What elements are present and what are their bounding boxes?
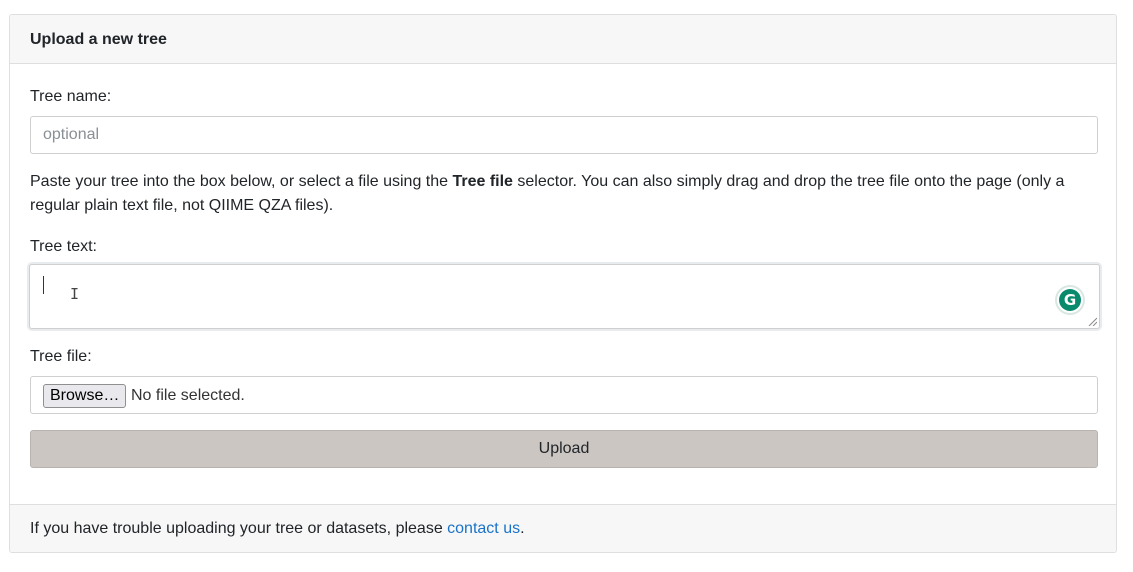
tree-file-input[interactable]: Browse… No file selected. [30, 376, 1098, 414]
tree-name-label: Tree name: [30, 88, 112, 105]
file-status-text: No file selected. [131, 387, 245, 404]
upload-button[interactable]: Upload [30, 430, 1098, 468]
tree-file-label: Tree file: [30, 348, 92, 365]
text-caret [43, 276, 44, 294]
i-beam-cursor-icon: I [70, 285, 80, 303]
resize-grip-icon[interactable] [1087, 316, 1097, 326]
instructions-text-start: Paste your tree into the box below, or s… [30, 173, 453, 190]
contact-us-link[interactable]: contact us [447, 520, 520, 537]
tree-text-area[interactable]: I G [29, 264, 1100, 329]
upload-tree-card: Upload a new tree Tree name: Paste your … [9, 14, 1117, 553]
footer-text: If you have trouble uploading your tree … [30, 520, 448, 537]
instructions-tree-file-emphasis: Tree file [452, 173, 513, 190]
grammarly-icon[interactable]: G [1057, 287, 1083, 313]
browse-button[interactable]: Browse… [43, 384, 127, 408]
tree-text-label: Tree text: [30, 238, 97, 255]
footer-period: . [520, 520, 525, 537]
card-title: Upload a new tree [10, 15, 1116, 64]
upload-instructions: Paste your tree into the box below, or s… [30, 170, 1090, 218]
card-footer: If you have trouble uploading your tree … [10, 504, 1116, 552]
grammarly-g-glyph: G [1059, 289, 1081, 311]
tree-name-input[interactable] [30, 116, 1098, 154]
